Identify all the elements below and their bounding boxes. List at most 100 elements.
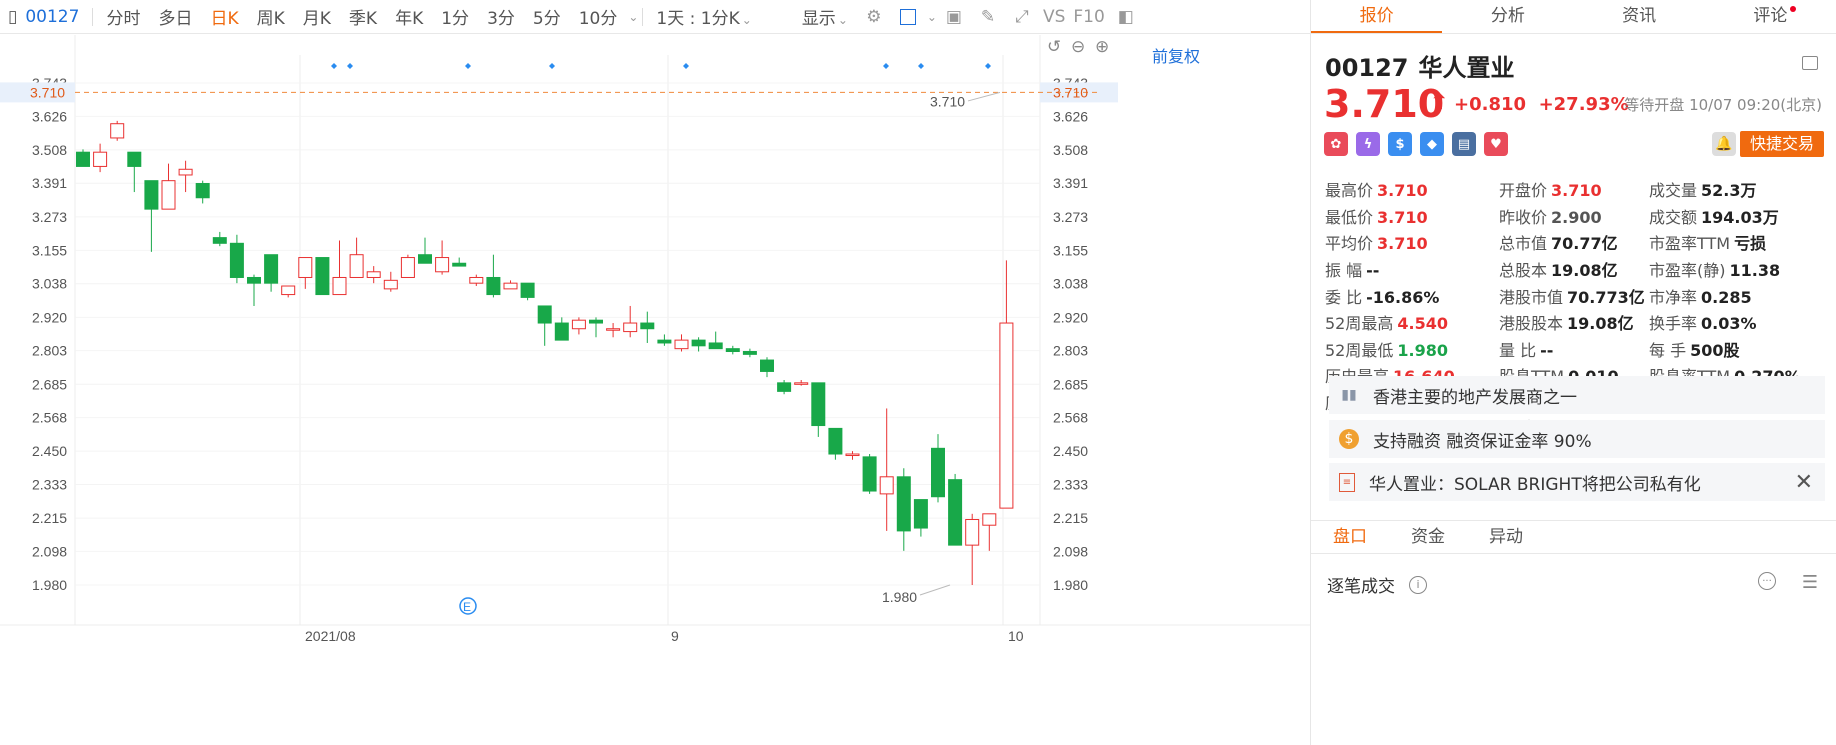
stock-code[interactable]: 00127 [21,7,88,27]
x-tick-label: 9 [671,628,679,644]
period-tab[interactable]: 5分 [524,4,570,29]
lightning-icon[interactable]: ϟ [1356,132,1380,156]
menu-icon[interactable] [1802,56,1818,70]
dollar-icon[interactable]: $ [1388,132,1412,156]
candle-body [811,382,826,427]
panel-tab[interactable]: 资金 [1389,521,1467,553]
layout-icon[interactable]: ▯ [0,7,21,27]
period-tab[interactable]: 季K [340,4,386,29]
info-icon[interactable]: i [1409,575,1427,594]
chevron-down-icon[interactable]: ⌄ [927,10,937,24]
zoom-in-icon[interactable]: ⊕ [1095,37,1109,57]
square-icon[interactable] [898,7,918,27]
event-dot[interactable] [549,63,555,69]
y-tick-label: 3.155 [1053,242,1088,258]
period-tab[interactable]: 多日 [149,4,201,29]
candle-body [298,257,313,278]
last-price: 3.710 [1324,82,1445,126]
feature-badges: ✿ ϟ $ ◆ ▤ ♥ [1324,132,1508,156]
price-change: +0.810 +27.93% [1454,94,1629,115]
quote-label: 市净率 [1649,287,1698,307]
quote-label: 昨收价 [1499,207,1548,227]
quote-row: 委 比 -16.86% 港股市值 70.773亿 市净率 0.285 [1325,282,1835,309]
event-dot[interactable] [683,63,689,69]
camera-icon[interactable]: ▣ [944,7,964,27]
multi-period-select[interactable]: 1天 : 1分K ⌄ [647,4,760,29]
quote-label: 成交额 [1649,207,1698,227]
quote-value: 19.08亿 [1551,261,1618,281]
undo-icon[interactable]: ↺ [1047,37,1061,57]
tag-icon[interactable]: ◆ [1420,132,1444,156]
panel-tabs: 盘口 资金 异动 [1311,520,1836,554]
candle-body [948,479,963,546]
right-tab[interactable]: 分析 [1442,0,1573,33]
f10-button[interactable]: F10 [1069,7,1108,27]
quote-label: 港股市值 [1499,287,1564,307]
period-tab[interactable]: 1分 [432,4,478,29]
quote-value: 70.773亿 [1567,287,1645,307]
period-tab[interactable]: 分时 [97,4,149,29]
right-tab[interactable]: 资讯 [1574,0,1705,33]
close-icon[interactable]: ✕ [1795,470,1813,495]
event-dot[interactable] [465,63,471,69]
pen-icon[interactable]: ✎ [978,7,998,27]
candle-body [264,254,279,284]
candle-body [469,276,484,284]
period-tab[interactable]: 10分 [570,4,627,29]
more-icon[interactable]: ··· [1758,572,1776,590]
quote-cell: 市净率 0.285 [1649,284,1823,308]
panel-tab[interactable]: 异动 [1467,521,1545,553]
candle-body [879,476,894,495]
candle-body [828,427,843,455]
list-icon[interactable]: ☰ [1802,572,1818,593]
kline-chart[interactable]: 3.7433.7433.6263.6263.5083.5083.3913.391… [0,35,1310,745]
panel-toggle-icon[interactable]: ◧ [1116,7,1136,27]
quote-label: 开盘价 [1499,181,1548,201]
y-tick-label: 2.333 [1053,476,1088,492]
y-tick-label: 1.980 [1053,577,1088,593]
quote-cell: 市盈率TTM 亏损 [1649,230,1823,254]
adjust-label[interactable]: 前复权 [1152,43,1200,67]
y-tick-label: 1.980 [32,577,67,593]
candle-body [913,499,928,529]
chevron-down-icon[interactable]: ⌄ [628,10,638,24]
book-icon: ▮▮ [1341,387,1357,403]
event-dot[interactable] [331,63,337,69]
quote-value: 3.710 [1551,181,1602,201]
panel-tab[interactable]: 盘口 [1311,521,1389,553]
quick-trade-button[interactable]: 快捷交易 [1740,131,1824,157]
y-tick-label: 2.920 [32,309,67,325]
event-dot[interactable] [918,63,924,69]
y-tick-label: 2.098 [32,543,67,559]
bookmark-icon[interactable]: ▤ [1452,132,1476,156]
period-tab[interactable]: 月K [294,4,340,29]
bell-icon[interactable]: 🔔 [1712,132,1736,156]
event-dot[interactable] [985,63,991,69]
event-dot[interactable] [347,63,353,69]
fullscreen-icon[interactable]: ⤢ [1012,7,1032,27]
display-menu[interactable]: 显示 ⌄ [793,4,857,29]
period-tab[interactable]: 3分 [478,4,524,29]
y-tick-label: 3.626 [1053,108,1088,124]
period-tab[interactable]: 日K [201,4,247,29]
vs-button[interactable]: VS [1039,7,1069,27]
margin-info[interactable]: $ 支持融资 融资保证金率 90% [1329,420,1825,458]
right-tab[interactable]: 报价 [1311,0,1443,33]
y-tick-label: 3.273 [1053,209,1088,225]
kline-svg[interactable]: 3.7433.7433.6263.6263.5083.5083.3913.391… [0,35,1310,745]
company-info[interactable]: ▮▮ 香港主要的地产发展商之一 [1329,376,1825,414]
heart-icon[interactable]: ♥ [1484,132,1508,156]
quote-value: 3.710 [1377,181,1428,201]
zoom-out-icon[interactable]: ⊖ [1071,37,1085,57]
settings-icon[interactable]: ⚙ [864,7,884,27]
right-tab[interactable]: 评论 [1705,0,1836,33]
y-tick-label: 3.273 [32,209,67,225]
period-tab[interactable]: 周K [248,4,294,29]
quote-value: 70.77亿 [1551,234,1618,254]
period-tab[interactable]: 年K [386,4,432,29]
candle-body [571,319,586,330]
news-info[interactable]: ≡ 华人置业：SOLAR BRIGHT将把公司私有化 ✕ [1329,463,1825,501]
event-dot[interactable] [883,63,889,69]
flower-icon[interactable]: ✿ [1324,132,1348,156]
right-tabs: 报价 分析 资讯 评论 [1311,0,1836,34]
